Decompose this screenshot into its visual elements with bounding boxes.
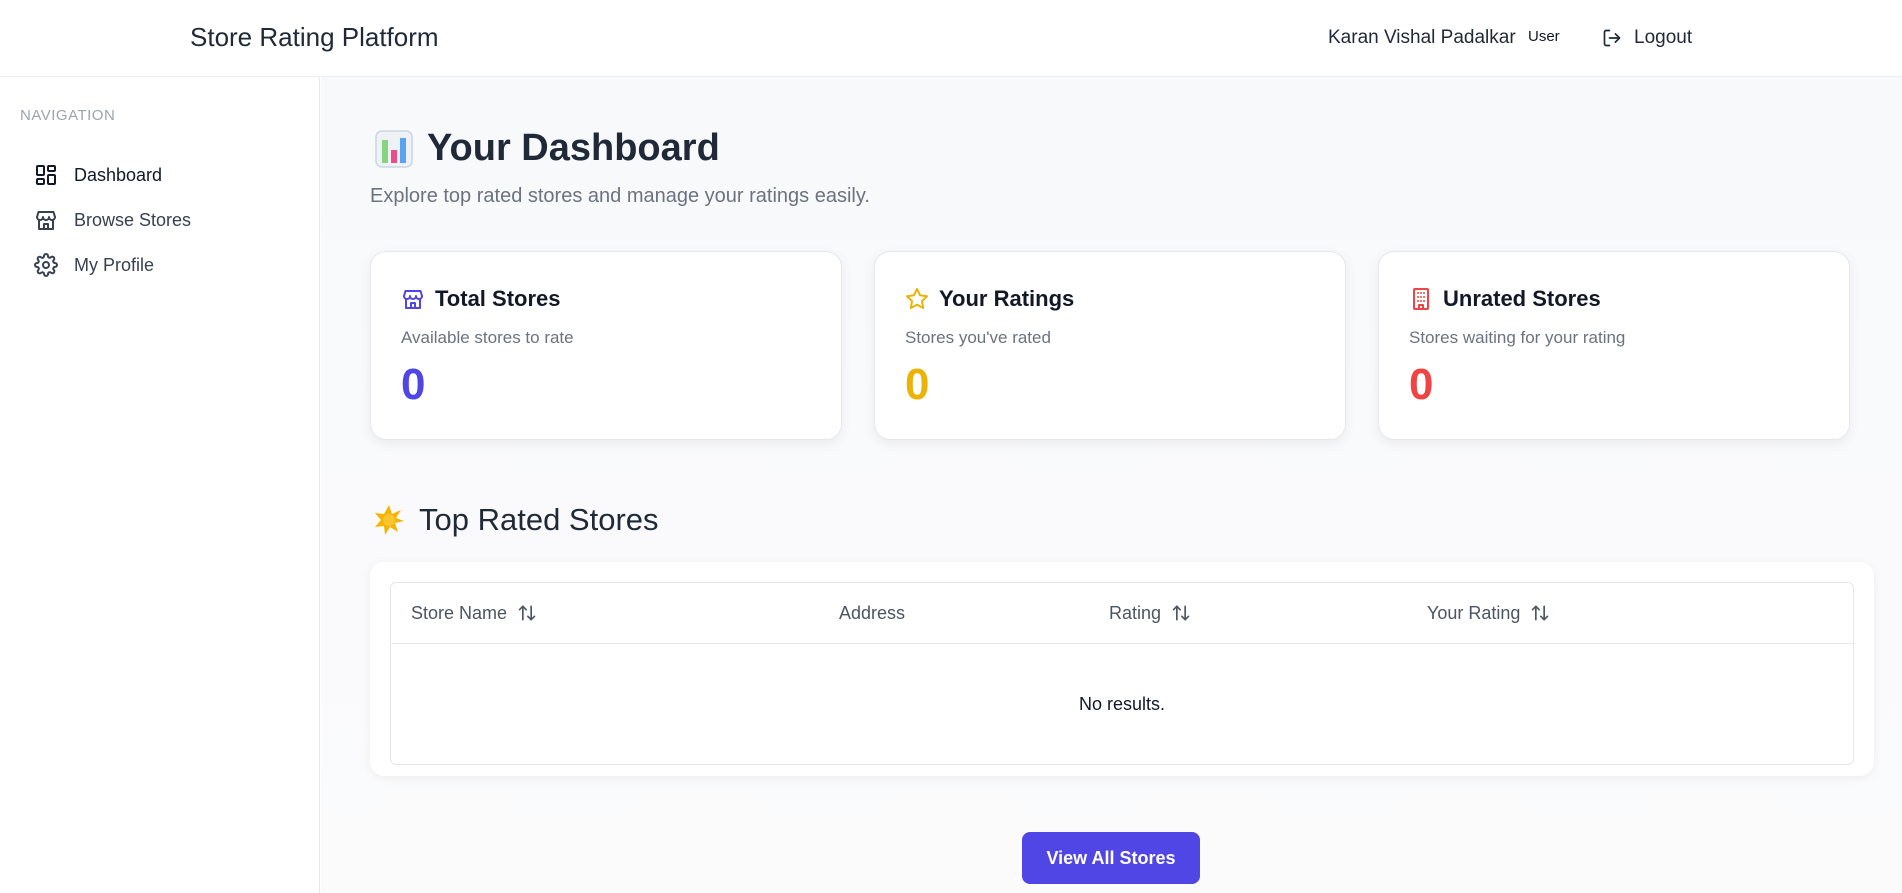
stat-card-total-stores: Total Stores Available stores to rate 0 bbox=[370, 251, 842, 440]
sort-icon bbox=[1171, 603, 1191, 623]
logout-label: Logout bbox=[1634, 27, 1693, 48]
column-header-label: Store Name bbox=[411, 602, 508, 623]
card-header: Unrated Stores bbox=[1409, 286, 1601, 312]
card-value: 0 bbox=[1409, 360, 1434, 409]
column-header-label: Your Rating bbox=[1427, 602, 1521, 623]
sidebar-item-label: Dashboard bbox=[74, 164, 163, 185]
logout-button[interactable]: Logout bbox=[1602, 24, 1692, 52]
gear-icon bbox=[34, 253, 58, 277]
sidebar-item-my-profile[interactable]: My Profile bbox=[34, 248, 154, 282]
top-stores-table-card: Store Name Address Rating Your Rating No… bbox=[370, 562, 1874, 776]
store-icon bbox=[401, 287, 425, 311]
sparkle-emoji-icon bbox=[373, 504, 405, 536]
sidebar-item-browse-stores[interactable]: Browse Stores bbox=[34, 203, 191, 237]
building-icon bbox=[1409, 287, 1433, 311]
page-subtitle: Explore top rated stores and manage your… bbox=[370, 185, 870, 207]
section-title-text: Top Rated Stores bbox=[419, 502, 659, 537]
star-icon bbox=[905, 287, 929, 311]
page-title-text: Your Dashboard bbox=[427, 127, 720, 169]
empty-state-text: No results. bbox=[1078, 693, 1166, 714]
sort-icon bbox=[1530, 603, 1550, 623]
sidebar-item-label: Browse Stores bbox=[74, 209, 192, 230]
sidebar-item-dashboard[interactable]: Dashboard bbox=[34, 158, 162, 192]
column-header-your-rating[interactable]: Your Rating bbox=[1427, 583, 1550, 643]
card-header: Your Ratings bbox=[905, 286, 1074, 312]
dashboard-icon bbox=[34, 163, 58, 187]
column-header-label: Address bbox=[839, 602, 906, 623]
card-description: Stores you've rated bbox=[905, 328, 1051, 347]
nav-heading: NAVIGATION bbox=[20, 107, 116, 124]
top-stores-table: Store Name Address Rating Your Rating No… bbox=[390, 582, 1854, 765]
card-description: Stores waiting for your rating bbox=[1409, 328, 1626, 347]
page-title: Your Dashboard bbox=[375, 127, 720, 170]
column-header-label: Rating bbox=[1109, 602, 1162, 623]
section-title: Top Rated Stores bbox=[373, 502, 659, 538]
sidebar-item-label: My Profile bbox=[74, 254, 155, 275]
view-all-stores-button[interactable]: View All Stores bbox=[1022, 832, 1200, 884]
column-header-address: Address bbox=[839, 583, 905, 643]
logout-icon bbox=[1602, 28, 1622, 48]
card-title: Your Ratings bbox=[939, 286, 1075, 311]
card-title: Total Stores bbox=[435, 286, 561, 311]
card-title: Unrated Stores bbox=[1443, 286, 1601, 311]
sidebar: NAVIGATION Dashboard Browse Stores My Pr… bbox=[0, 77, 320, 893]
card-value: 0 bbox=[401, 360, 426, 409]
main-content: Your Dashboard Explore top rated stores … bbox=[321, 77, 1902, 893]
card-value: 0 bbox=[905, 360, 930, 409]
card-description: Available stores to rate bbox=[401, 328, 574, 347]
column-header-store-name[interactable]: Store Name bbox=[411, 583, 537, 643]
store-icon bbox=[34, 208, 58, 232]
stat-card-unrated-stores: Unrated Stores Stores waiting for your r… bbox=[1378, 251, 1850, 440]
sort-icon bbox=[517, 603, 537, 623]
top-header: Store Rating Platform Karan Vishal Padal… bbox=[0, 0, 1902, 77]
card-header: Total Stores bbox=[401, 286, 561, 312]
column-header-rating[interactable]: Rating bbox=[1109, 583, 1191, 643]
user-name: Karan Vishal Padalkar bbox=[1328, 27, 1516, 48]
app-title: Store Rating Platform bbox=[190, 22, 439, 52]
user-role-badge: User bbox=[1528, 28, 1560, 45]
stat-card-your-ratings: Your Ratings Stores you've rated 0 bbox=[874, 251, 1346, 440]
bar-chart-emoji-icon bbox=[375, 129, 413, 168]
